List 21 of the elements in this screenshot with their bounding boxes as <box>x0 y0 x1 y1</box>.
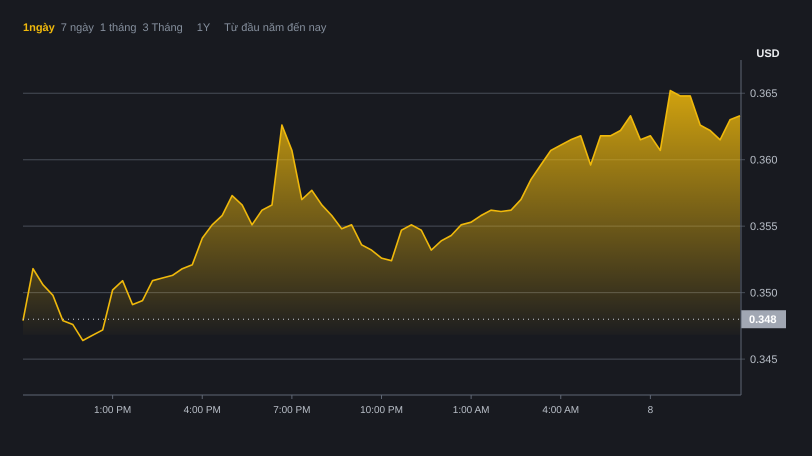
time-range-tab[interactable]: 3 Tháng <box>142 20 183 36</box>
y-axis-label: 0.350 <box>750 288 778 300</box>
time-range-tab[interactable]: Từ đầu năm đến nay <box>224 20 326 36</box>
x-axis-label: 10:00 PM <box>360 405 403 416</box>
x-axis-label: 8 <box>648 405 654 416</box>
time-range-tab[interactable]: 1Y <box>196 20 210 36</box>
time-range-tab[interactable]: 7 ngày <box>60 20 94 36</box>
current-price-label: 0.348 <box>749 314 777 326</box>
x-axis-label: 1:00 PM <box>94 405 132 416</box>
currency-unit-label: USD <box>756 48 780 60</box>
x-axis-label: 4:00 AM <box>542 405 580 416</box>
y-axis-label: 0.355 <box>750 221 778 234</box>
time-range-tab[interactable]: 1ngày <box>23 20 55 36</box>
time-range-tab[interactable]: 1 tháng <box>100 20 137 36</box>
y-axis-label: 0.345 <box>750 354 778 366</box>
x-axis-label: 4:00 PM <box>184 405 221 416</box>
x-axis-label: 7:00 PM <box>273 405 310 416</box>
current-price-tag <box>741 310 786 328</box>
y-axis-label: 0.365 <box>750 88 778 100</box>
x-axis-label: 1:00 AM <box>452 405 490 416</box>
y-axis-label: 0.360 <box>750 154 778 167</box>
